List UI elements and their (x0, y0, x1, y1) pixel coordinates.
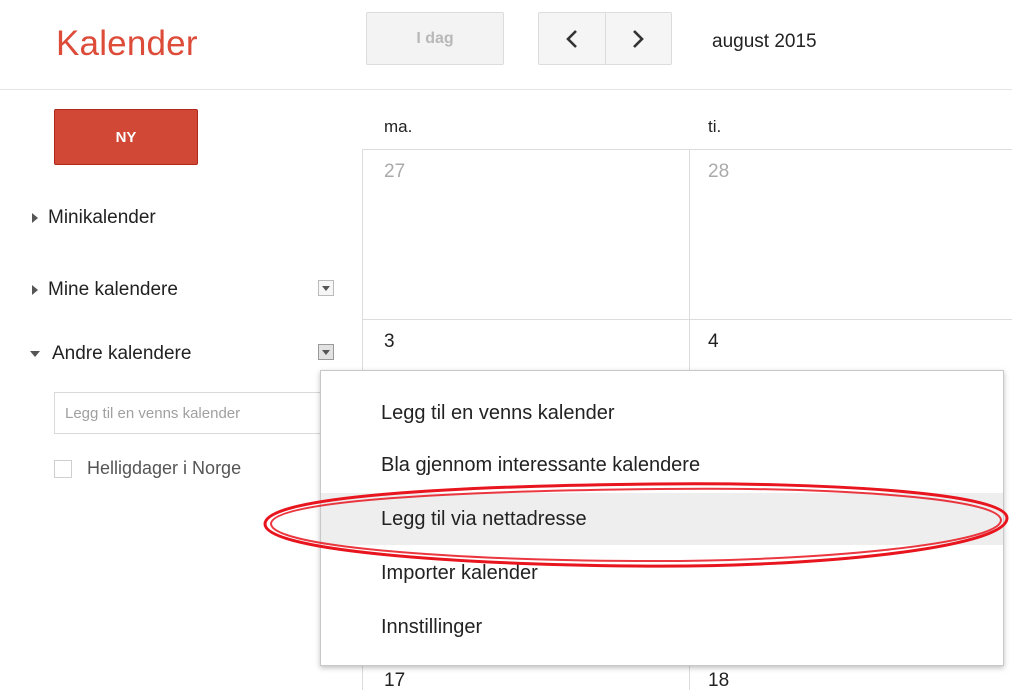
sidebar-section-label: Andre kalendere (52, 343, 192, 364)
grid-line (362, 149, 1012, 150)
current-period: august 2015 (712, 31, 817, 52)
app-title[interactable]: Kalender (56, 24, 198, 64)
grid-line (362, 319, 1012, 320)
prev-period-button[interactable] (539, 13, 605, 64)
calendar-page: Kalender I dag august 2015 NY Minikalend… (0, 0, 1012, 690)
andre-kalendere-dropdown-button[interactable] (318, 344, 334, 360)
chevron-right-icon (633, 29, 645, 48)
mine-kalendere-dropdown-button[interactable] (318, 280, 334, 296)
create-event-button[interactable]: NY (54, 109, 198, 165)
calendar-item-holidays[interactable]: Helligdager i Norge (54, 458, 241, 479)
date-cell-number[interactable]: 18 (708, 670, 729, 690)
expand-right-icon (32, 213, 38, 223)
sidebar-section-label: Mine kalendere (48, 279, 178, 300)
day-header-monday: ma. (384, 117, 413, 136)
menu-item-import-calendar[interactable]: Importer kalender (321, 547, 1003, 599)
day-header-tuesday: ti. (708, 117, 722, 136)
date-cell-number[interactable]: 4 (708, 331, 719, 353)
date-cell-number[interactable]: 3 (384, 331, 395, 353)
sidebar-section-minikalender[interactable]: Minikalender (32, 207, 156, 229)
today-button[interactable]: I dag (366, 12, 504, 65)
other-calendars-menu: Legg til en venns kalender Bla gjennom i… (320, 370, 1004, 666)
calendar-item-label: Helligdager i Norge (87, 458, 242, 478)
calendar-checkbox[interactable] (54, 459, 72, 478)
expand-right-icon (32, 285, 38, 295)
date-cell-number[interactable]: 17 (384, 670, 405, 690)
sidebar-section-mine-kalendere[interactable]: Mine kalendere (32, 279, 178, 301)
date-cell-number[interactable]: 27 (384, 161, 405, 183)
header-divider (0, 89, 1012, 90)
collapse-down-icon (30, 351, 40, 357)
menu-item-settings[interactable]: Innstillinger (321, 601, 1003, 653)
date-cell-number[interactable]: 28 (708, 161, 729, 183)
menu-item-add-by-url[interactable]: Legg til via nettadresse (321, 493, 1003, 545)
next-period-button[interactable] (604, 13, 672, 64)
dropdown-arrow-icon (322, 349, 330, 355)
sidebar-section-andre-kalendere[interactable]: Andre kalendere (30, 343, 192, 365)
period-nav (538, 12, 672, 65)
sidebar-section-label: Minikalender (48, 207, 156, 228)
add-friend-calendar-input[interactable] (54, 392, 354, 434)
dropdown-arrow-icon (322, 285, 330, 291)
chevron-left-icon (565, 29, 577, 48)
menu-item-add-friend-calendar[interactable]: Legg til en venns kalender (321, 387, 1003, 439)
menu-item-browse-calendars[interactable]: Bla gjennom interessante kalendere (321, 439, 1003, 491)
